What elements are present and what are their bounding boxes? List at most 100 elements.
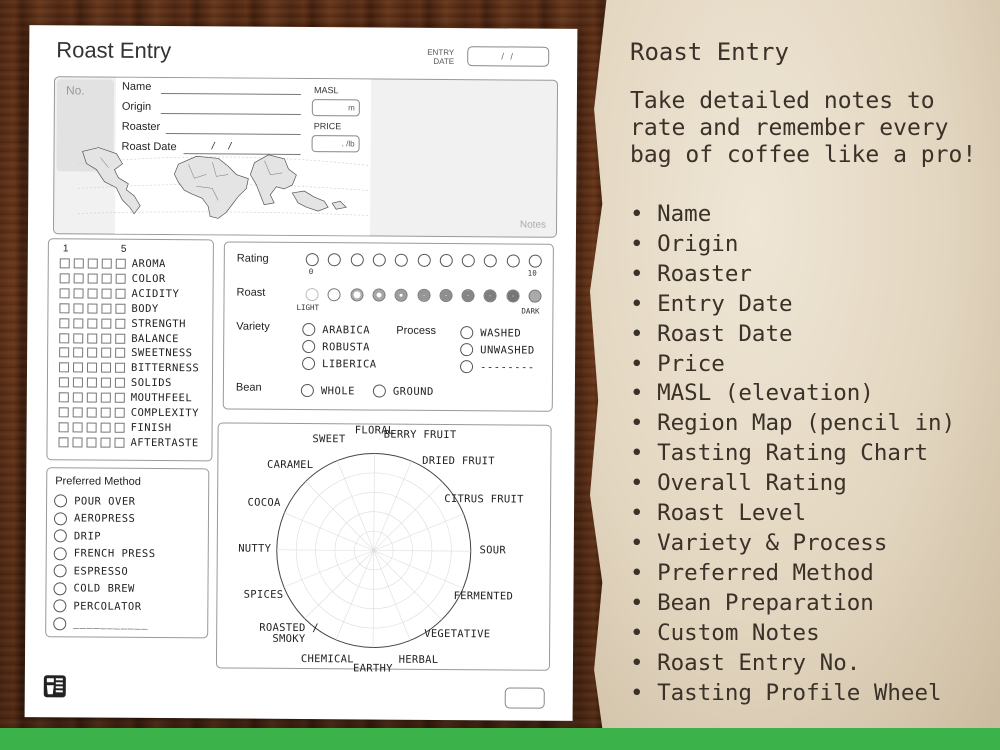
rating-checkbox[interactable] — [115, 333, 126, 344]
radio-icon[interactable] — [460, 343, 474, 357]
rating-checkbox[interactable] — [114, 407, 125, 418]
variety-option-liberica[interactable]: LIBERICA — [302, 357, 377, 371]
rating-checkbox[interactable] — [86, 362, 98, 373]
rating-circle[interactable] — [506, 254, 520, 268]
rating-checkbox[interactable] — [115, 318, 126, 329]
rating-circle[interactable] — [394, 253, 409, 267]
rating-circle[interactable] — [328, 253, 342, 267]
page-number-field[interactable] — [504, 687, 545, 709]
rating-checkbox[interactable] — [114, 422, 125, 433]
roast-level-circle[interactable] — [350, 288, 364, 302]
rating-checkbox[interactable] — [72, 392, 83, 403]
process-option-custom[interactable]: -------- — [460, 360, 535, 374]
radio-icon[interactable] — [372, 384, 386, 398]
process-option-washed[interactable]: WASHED — [460, 326, 521, 340]
rating-circle[interactable] — [439, 253, 453, 268]
rating-checkbox[interactable] — [115, 303, 126, 314]
bean-option-whole[interactable]: WHOLE — [300, 383, 355, 398]
method-option[interactable]: ESPRESSO — [53, 564, 129, 578]
radio-icon[interactable] — [53, 546, 67, 560]
roast-level-circle[interactable] — [305, 288, 319, 302]
rating-checkbox[interactable] — [59, 273, 70, 284]
variety-option-arabica[interactable]: ARABICA — [302, 323, 370, 337]
rating-checkbox[interactable] — [59, 258, 70, 269]
rating-checkbox[interactable] — [58, 407, 69, 418]
roast-level-circle[interactable] — [528, 289, 542, 303]
rating-checkbox[interactable] — [86, 377, 97, 388]
rating-circle[interactable] — [484, 254, 498, 268]
rating-checkbox[interactable] — [87, 333, 98, 344]
rating-checkbox[interactable] — [114, 377, 125, 388]
roast-level-circle[interactable] — [439, 288, 453, 303]
rating-checkbox[interactable] — [100, 377, 111, 388]
rating-checkbox[interactable] — [73, 273, 84, 284]
roast-level-circle[interactable] — [461, 289, 475, 303]
name-field[interactable] — [160, 93, 301, 95]
method-option[interactable]: DRIP — [53, 529, 101, 543]
rating-checkbox[interactable] — [115, 258, 126, 269]
rating-circle[interactable] — [372, 253, 386, 267]
rating-checkbox[interactable] — [115, 348, 126, 359]
method-option[interactable]: FRENCH PRESS — [53, 546, 156, 561]
rating-checkbox[interactable] — [58, 392, 69, 403]
rating-checkbox[interactable] — [87, 288, 98, 299]
roast-level-circle[interactable] — [394, 288, 408, 302]
rating-checkbox[interactable] — [58, 377, 69, 388]
rating-checkbox[interactable] — [59, 317, 70, 328]
rating-checkbox[interactable] — [86, 392, 97, 403]
radio-icon[interactable] — [54, 494, 68, 508]
rating-checkbox[interactable] — [101, 318, 112, 329]
rating-checkbox[interactable] — [101, 303, 112, 314]
rating-checkbox[interactable] — [72, 407, 83, 418]
rating-checkbox[interactable] — [100, 437, 111, 448]
roast-level-circle[interactable] — [327, 288, 341, 302]
rating-checkbox[interactable] — [100, 392, 111, 403]
rating-checkbox[interactable] — [73, 318, 84, 329]
method-option[interactable]: AEROPRESS — [53, 511, 135, 526]
rating-checkbox[interactable] — [59, 332, 70, 343]
rating-checkbox[interactable] — [86, 437, 97, 448]
rating-checkbox[interactable] — [73, 347, 84, 358]
rating-checkbox[interactable] — [73, 303, 84, 314]
rating-circle[interactable] — [528, 254, 542, 268]
region-map[interactable] — [78, 143, 369, 231]
rating-checkbox[interactable] — [73, 288, 84, 299]
radio-icon[interactable] — [53, 529, 67, 543]
rating-checkbox[interactable] — [73, 332, 84, 343]
rating-checkbox[interactable] — [101, 347, 112, 359]
roast-level-circle[interactable] — [416, 288, 431, 302]
method-option[interactable]: PERCOLATOR — [53, 599, 142, 613]
radio-icon[interactable] — [300, 383, 314, 398]
rating-circle[interactable] — [417, 253, 431, 267]
rating-checkbox[interactable] — [58, 437, 69, 448]
rating-circle[interactable] — [350, 253, 364, 267]
rating-checkbox[interactable] — [100, 407, 111, 418]
rating-checkbox[interactable] — [115, 288, 126, 299]
rating-checkbox[interactable] — [100, 362, 112, 373]
radio-icon[interactable] — [53, 581, 67, 595]
roast-level-circle[interactable] — [483, 289, 497, 303]
rating-checkbox[interactable] — [59, 347, 70, 358]
radio-icon[interactable] — [53, 511, 68, 525]
roast-level-circle[interactable] — [372, 288, 386, 302]
bean-option-ground[interactable]: GROUND — [372, 384, 434, 398]
rating-checkbox[interactable] — [100, 422, 111, 433]
rating-checkbox[interactable] — [101, 288, 112, 299]
rating-checkbox[interactable] — [114, 392, 125, 403]
origin-field[interactable] — [160, 113, 301, 115]
rating-checkbox[interactable] — [87, 303, 98, 314]
rating-checkbox[interactable] — [72, 422, 83, 433]
process-option-unwashed[interactable]: UNWASHED — [460, 343, 535, 357]
rating-checkbox[interactable] — [59, 302, 70, 314]
rating-checkbox[interactable] — [58, 362, 70, 373]
rating-checkbox[interactable] — [58, 422, 69, 433]
rating-checkbox[interactable] — [115, 273, 126, 284]
rating-checkbox[interactable] — [72, 362, 84, 373]
radio-icon[interactable] — [53, 564, 67, 578]
rating-checkbox[interactable] — [101, 258, 112, 269]
rating-checkbox[interactable] — [87, 273, 98, 284]
rating-checkbox[interactable] — [114, 362, 126, 374]
rating-checkbox[interactable] — [87, 318, 98, 329]
rating-circle[interactable] — [461, 254, 475, 268]
rating-checkbox[interactable] — [101, 273, 112, 284]
